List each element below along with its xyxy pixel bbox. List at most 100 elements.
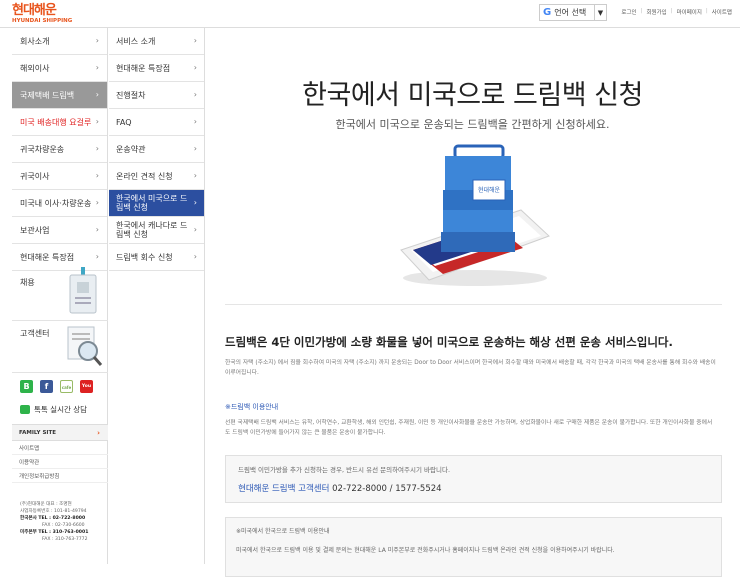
nav-item-us-moving[interactable]: 미국내 이사·차량운송 › xyxy=(12,190,107,217)
nav-item-label: 귀국차량운송 xyxy=(20,144,65,154)
page-title: 한국에서 미국으로 드림백 신청 xyxy=(302,80,643,111)
cafe-icon[interactable]: cafe xyxy=(60,380,73,393)
nav-item-vehicle-shipping[interactable]: 귀국차량운송 › xyxy=(12,136,107,163)
us-office-tel: TEL : 310-763-0001 xyxy=(38,530,89,535)
nav-item-label: 국제택배 드림백 xyxy=(20,90,75,100)
nav-item-company[interactable]: 회사소개 › xyxy=(12,28,107,55)
chevron-right-icon: › xyxy=(193,36,197,45)
family-site-header[interactable]: FAMILY SITE › xyxy=(12,424,108,441)
dreambag-guide-link[interactable]: ※드림백 이용안내 xyxy=(225,402,278,412)
nav-item-label: 회사소개 xyxy=(20,36,50,46)
notice-text: 드림백 이민가방을 추가 신청하는 경우, 반드시 유선 문의하여주시기 바랍니… xyxy=(238,466,451,474)
recruit-card[interactable]: 채용 xyxy=(12,267,108,321)
nav-item-label: 현대해운 특장점 xyxy=(20,252,75,262)
login-link[interactable]: 로그인 xyxy=(621,8,636,16)
subnav-label: 진행절차 xyxy=(116,90,146,100)
family-link-privacy[interactable]: 개인정보취급방침 xyxy=(12,469,108,483)
chevron-right-icon: › xyxy=(95,171,99,180)
google-icon: G xyxy=(543,7,552,18)
chevron-right-icon: › xyxy=(95,63,99,72)
nav-item-label: 미국내 이사·차량운송 xyxy=(20,198,92,208)
us-to-kr-info-box: ※미국에서 한국으로 드림백 이용안내 미국에서 한국으로 드림백 이용 및 결… xyxy=(225,517,722,577)
chevron-right-icon: › xyxy=(193,198,197,207)
customer-center-name: 현대해운 드림백 고객센터 xyxy=(238,484,330,494)
subnav-label: 서비스 소개 xyxy=(116,36,156,46)
nav-item-label: 귀국이사 xyxy=(20,171,50,181)
mypage-link[interactable]: 마이페이지 xyxy=(677,8,702,16)
divider: | xyxy=(705,8,708,14)
youtube-icon[interactable]: You xyxy=(80,380,93,393)
logo-korean: 현대해운 xyxy=(12,3,57,18)
subnav-faq[interactable]: FAQ › xyxy=(109,109,204,136)
subnav-label: 한국에서 캐나다로 드림백 신청 xyxy=(116,221,188,239)
chevron-right-icon: › xyxy=(95,117,99,126)
chevron-right-icon: › xyxy=(193,225,197,234)
family-link-terms[interactable]: 이용약관 xyxy=(12,455,108,469)
language-select-label: 언어 선택 xyxy=(554,8,587,17)
chevron-right-icon: › xyxy=(95,90,99,99)
sitemap-link[interactable]: 사이트맵 xyxy=(712,8,732,16)
divider xyxy=(225,304,722,305)
company-logo[interactable]: 현대해운 HYUNDAI SHIPPING xyxy=(12,3,73,25)
chevron-right-icon: › xyxy=(95,225,99,234)
divider: | xyxy=(640,8,643,14)
logo-english: HYUNDAI SHIPPING xyxy=(12,18,73,24)
secondary-sidebar: 서비스 소개 › 현대해운 특장점 › 진행절차 › FAQ › 운송약관 › 온라인 견… xyxy=(109,28,205,564)
divider: | xyxy=(670,8,673,14)
subnav-label: 현대해운 특장점 xyxy=(116,63,171,73)
business-number: 사업자등록번호 : 101-81-49794 xyxy=(20,509,87,514)
blog-icon[interactable]: B xyxy=(20,380,33,393)
company-address: (주)현대해운 대표 : 조명현 사업자등록번호 : 101-81-49794 … xyxy=(20,501,88,543)
magnifier-doc-icon xyxy=(67,326,103,366)
subnav-label: 드림백 회수 신청 xyxy=(116,252,173,262)
subnav-pickup[interactable]: 드림백 회수 신청 › xyxy=(109,244,204,271)
chevron-right-icon: › xyxy=(95,36,99,45)
nav-item-storage[interactable]: 보관사업 › xyxy=(12,217,107,244)
subnav-online-quote[interactable]: 온라인 견적 신청 › xyxy=(109,163,204,190)
info-title: ※미국에서 한국으로 드림백 이용안내 xyxy=(236,528,330,535)
signup-link[interactable]: 회원가입 xyxy=(646,8,666,16)
talk-icon xyxy=(20,405,30,414)
talk-label: 톡톡 실시간 상담 xyxy=(34,405,88,414)
chevron-right-icon: › xyxy=(95,198,99,207)
description-text: 한국의 자택 (주소지) 에서 짐을 회수하여 미국의 자택 (주소지) 까지 … xyxy=(225,360,716,376)
page-subtitle: 한국에서 미국으로 운송되는 드림백을 간편하게 신청하세요. xyxy=(335,118,610,131)
chevron-right-icon: › xyxy=(95,144,99,153)
top-links: 로그인 | 회원가입 | 마이페이지 | 사이트맵 xyxy=(621,8,732,16)
family-site: FAMILY SITE › 사이트맵 이용약관 개인정보취급방침 xyxy=(12,424,108,483)
subnav-label: FAQ xyxy=(116,117,132,127)
subnav-kr-to-us[interactable]: 한국에서 미국으로 드림백 신청 › xyxy=(109,190,204,217)
chevron-right-icon: › xyxy=(193,171,197,180)
subnav-label: 운송약관 xyxy=(116,144,146,154)
customer-center-card[interactable]: 고객센터 xyxy=(12,321,108,373)
subnav-strengths[interactable]: 현대해운 특장점 › xyxy=(109,55,204,82)
subnav-service-intro[interactable]: 서비스 소개 › xyxy=(109,28,204,55)
id-card-icon xyxy=(69,267,97,314)
chevron-right-icon: › xyxy=(193,63,197,72)
facebook-icon[interactable]: f xyxy=(40,380,53,393)
chevron-right-icon: › xyxy=(95,252,99,261)
us-office-label: 미주본부 xyxy=(20,530,37,535)
subnav-label: 한국에서 미국으로 드림백 신청 xyxy=(116,194,188,212)
subnav-procedure[interactable]: 진행절차 › xyxy=(109,82,204,109)
kr-office-tel: TEL : 02-722-8000 xyxy=(38,516,86,521)
family-site-title: FAMILY SITE xyxy=(19,429,56,436)
chevron-down-icon: ▼ xyxy=(594,5,606,20)
talk-consult-button[interactable]: 톡톡 실시간 상담 xyxy=(20,404,87,415)
language-select[interactable]: G 언어 선택 ▼ xyxy=(539,4,607,21)
company-name: (주)현대해운 대표 : 조명현 xyxy=(20,502,72,507)
top-header: 현대해운 HYUNDAI SHIPPING G 언어 선택 ▼ 로그인 | 회원가… xyxy=(0,0,740,28)
subnav-terms[interactable]: 운송약관 › xyxy=(109,136,204,163)
subnav-kr-to-ca[interactable]: 한국에서 캐나다로 드림백 신청 › xyxy=(109,217,204,244)
customer-center-phone[interactable]: 02-722-8000 / 1577-5524 xyxy=(332,484,441,494)
nav-item-overseas-moving[interactable]: 해외이사 › xyxy=(12,55,107,82)
nav-item-return-moving[interactable]: 귀국이사 › xyxy=(12,163,107,190)
description-title: 드림백은 4단 이민가방에 소량 화물을 넣어 미국으로 운송하는 해상 선편 … xyxy=(225,335,673,349)
nav-item-label: 해외이사 xyxy=(20,63,50,73)
nav-item-dreambag[interactable]: 국제택배 드림백 › xyxy=(12,82,107,109)
family-link-sitemap[interactable]: 사이트맵 xyxy=(12,441,108,455)
main-content: 한국에서 미국으로 드림백 신청 한국에서 미국으로 운송되는 드림백을 간편하… xyxy=(205,28,740,577)
bag-label: 현대해운 xyxy=(478,186,501,194)
nav-item-yogeolru[interactable]: 미국 배송대행 요걸루 › xyxy=(12,109,107,136)
us-office-fax: FAX : 310-763-7772 xyxy=(42,537,88,542)
